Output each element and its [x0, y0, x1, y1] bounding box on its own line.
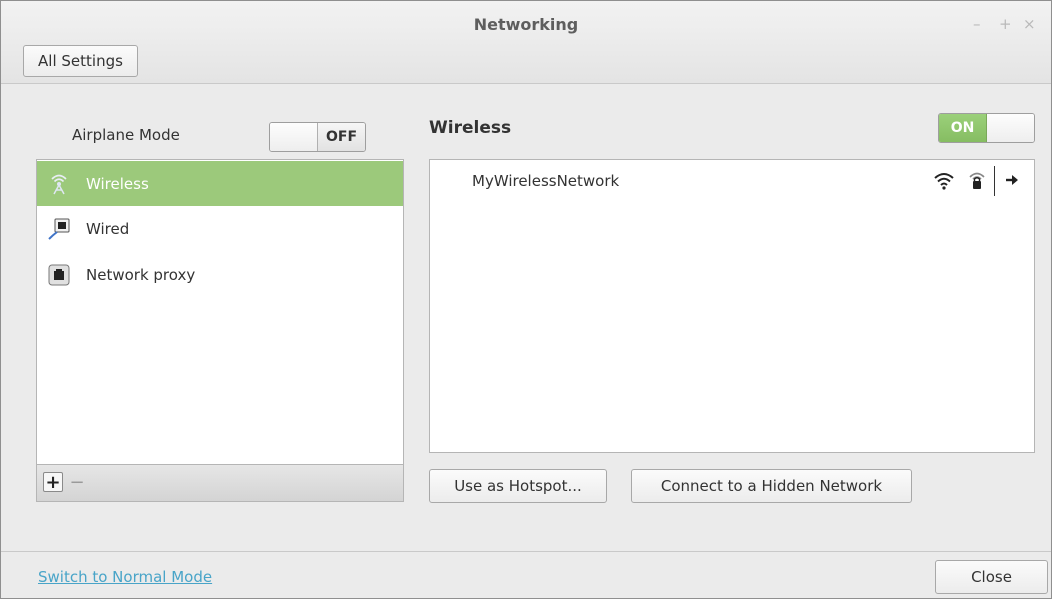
all-settings-button[interactable]: All Settings [23, 45, 138, 77]
close-window-icon[interactable]: × [1023, 15, 1036, 33]
list-toolbar: + − [37, 464, 403, 501]
maximize-icon[interactable]: + [999, 15, 1012, 33]
wireless-icon [46, 171, 72, 197]
footer-divider [1, 551, 1051, 552]
minimize-icon[interactable]: – [973, 15, 981, 33]
network-list: MyWirelessNetwork [429, 159, 1035, 453]
close-button[interactable]: Close [935, 560, 1048, 594]
sidebar-item-wireless[interactable]: Wireless [37, 161, 403, 206]
airplane-mode-label: Airplane Mode [72, 126, 180, 144]
add-connection-button[interactable]: + [43, 472, 63, 493]
connection-list: Wireless Wired Network proxy + − [36, 159, 404, 502]
use-as-hotspot-button[interactable]: Use as Hotspot... [429, 469, 607, 503]
wired-icon [46, 216, 72, 242]
switch-knob [987, 114, 1034, 142]
sidebar-item-label: Wireless [86, 174, 149, 193]
sidebar-item-wired[interactable]: Wired [37, 206, 403, 251]
connect-hidden-network-button[interactable]: Connect to a Hidden Network [631, 469, 912, 503]
network-row[interactable]: MyWirelessNetwork [430, 160, 1034, 202]
airplane-switch-state: OFF [318, 123, 365, 151]
switch-knob [270, 123, 318, 151]
remove-connection-button[interactable]: − [67, 472, 87, 493]
lock-icon [968, 169, 986, 195]
sidebar-item-label: Wired [86, 219, 130, 238]
airplane-mode-switch[interactable]: OFF [269, 122, 366, 152]
wireless-switch[interactable]: ON [938, 113, 1035, 143]
switch-mode-link[interactable]: Switch to Normal Mode [38, 568, 212, 586]
wireless-heading: Wireless [429, 118, 512, 138]
row-separator [994, 166, 995, 196]
wifi-signal-icon [934, 172, 954, 194]
wireless-switch-state: ON [939, 114, 987, 142]
networking-window: Networking – + × All Settings Airplane M… [0, 0, 1052, 599]
sidebar-item-network-proxy[interactable]: Network proxy [37, 252, 403, 297]
proxy-icon [46, 262, 72, 288]
window-title: Networking [473, 15, 579, 34]
sidebar-item-label: Network proxy [86, 265, 196, 284]
arrow-right-icon[interactable] [1005, 172, 1019, 192]
network-name: MyWirelessNetwork [472, 172, 620, 190]
title-bar[interactable]: Networking – + × All Settings [1, 1, 1051, 84]
